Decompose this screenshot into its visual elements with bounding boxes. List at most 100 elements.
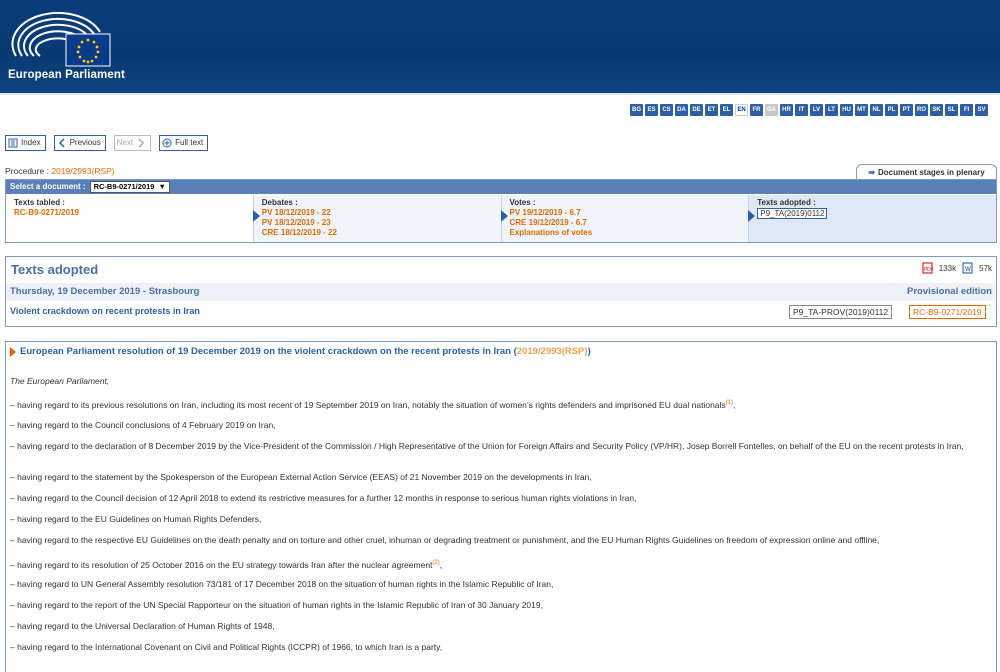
procedure-ref-link[interactable]: 2019/2993(RSP) <box>51 166 114 176</box>
language-de[interactable]: DE <box>690 104 703 116</box>
stage-column: Debates : PV 18/12/2019 - 22 PV 18/12/2019… <box>252 195 502 242</box>
language-sk[interactable]: SK <box>930 104 943 116</box>
download-links: PDF 133k W 57k <box>922 262 992 274</box>
language-nl[interactable]: NL <box>870 104 883 116</box>
document-stages-panel: Select a document : RC-B9-0271/2019 ▼ Te… <box>5 179 997 243</box>
citation-text: – having regard to the EU Guidelines on … <box>10 514 262 524</box>
citation-text: – having regard to the International Cov… <box>10 642 443 652</box>
select-document-dropdown[interactable]: RC-B9-0271/2019 ▼ <box>89 181 170 193</box>
stage-link[interactable]: RC-B9-0271/2019 <box>14 208 245 218</box>
language-lv[interactable]: LV <box>810 104 823 116</box>
citation-item: – having regard to the declaration of 8 … <box>10 441 992 452</box>
citation-text: – having regard to the Council conclusio… <box>10 420 276 430</box>
stage-link[interactable]: P9_TA(2019)0112 <box>757 208 828 219</box>
citation-item: – having regard to the International Cov… <box>10 642 992 653</box>
language-bar: BG ES CS DA DE ET EL EN FR GA HR IT LV LT HU MT NL PL PT RO… <box>630 104 988 117</box>
resolution-ref-link[interactable]: 2019/2993(RSP) <box>517 346 588 357</box>
citation-item: – having regard to the Council conclusio… <box>10 420 992 431</box>
stage-link[interactable]: CRE 19/12/2019 - 6.7 <box>510 218 741 228</box>
language-da[interactable]: DA <box>675 104 688 116</box>
language-fi[interactable]: FI <box>960 104 973 116</box>
topic-link[interactable]: Violent crackdown on recent protests in … <box>10 306 200 316</box>
next-button[interactable]: Next <box>113 135 152 151</box>
stage-title: Votes : <box>509 198 536 207</box>
stage-title: Debates : <box>261 198 298 207</box>
select-document-value: RC-B9-0271/2019 <box>93 182 155 191</box>
language-es[interactable]: ES <box>645 104 658 116</box>
footnote-link[interactable]: (1) <box>726 400 733 406</box>
word-size[interactable]: 57k <box>979 264 992 273</box>
language-sv[interactable]: SV <box>975 104 988 116</box>
document-stages-label: Document stages in plenary <box>878 168 985 177</box>
citation-item: – having regard to the respective EU Gui… <box>10 535 992 546</box>
svg-text:PDF: PDF <box>924 267 933 273</box>
citation-text: – having regard to the declaration of 8 … <box>10 441 964 451</box>
language-cs[interactable]: CS <box>660 104 673 116</box>
word-icon[interactable]: W <box>962 262 973 274</box>
ref-rc-link[interactable]: RC-B9-0271/2019 <box>909 305 986 319</box>
language-hr[interactable]: HR <box>780 104 793 116</box>
citation-item: – having regard to the report of the UN … <box>10 600 992 611</box>
dropdown-arrow-icon: ▼ <box>158 182 166 191</box>
texts-adopted-title: Texts adopted <box>11 262 99 277</box>
language-ro[interactable]: RO <box>915 104 928 116</box>
pdf-size[interactable]: 133k <box>939 264 956 273</box>
stage-link[interactable]: Explanations of votes <box>510 228 741 238</box>
language-el[interactable]: EL <box>720 104 733 116</box>
citation-text: – having regard to the respective EU Gui… <box>10 535 880 545</box>
citation-punctuation: , <box>439 559 443 570</box>
resolution-intro: The European Parliament, <box>10 376 110 386</box>
language-ga[interactable]: GA <box>765 104 778 116</box>
language-it[interactable]: IT <box>795 104 808 116</box>
header-divider <box>0 93 1000 95</box>
select-document-label: Select a document : <box>10 182 86 191</box>
stage-link[interactable]: PV 19/12/2019 - 6.7 <box>510 208 741 218</box>
resolution-panel: European Parliament resolution of 19 Dec… <box>5 341 997 672</box>
procedure-line: Procedure : 2019/2993(RSP) <box>5 166 115 176</box>
language-et[interactable]: ET <box>705 104 718 116</box>
document-navigation: Index Previous Next Full text <box>5 135 209 151</box>
index-icon <box>8 138 18 148</box>
site-header: European Parliament <box>0 0 1000 95</box>
language-mt[interactable]: MT <box>855 104 868 116</box>
plus-circle-icon <box>162 138 172 148</box>
language-fr[interactable]: FR <box>750 104 763 116</box>
triangle-right-icon <box>252 210 260 222</box>
stage-link[interactable]: PV 18/12/2019 - 23 <box>262 218 493 228</box>
language-hu[interactable]: HU <box>840 104 853 116</box>
full-text-button[interactable]: Full text <box>159 135 209 151</box>
citation-text: – having regard to its previous resoluti… <box>10 399 726 410</box>
citation-punctuation: , <box>733 399 736 410</box>
sitting-date: Thursday, 19 December 2019 - Strasbourg <box>10 286 200 297</box>
citation-text: – having regard to UN General Assembly r… <box>10 579 554 589</box>
citation-item: – having regard to UN General Assembly r… <box>10 579 992 590</box>
citation-item: – having regard to the EU Guidelines on … <box>10 514 992 525</box>
index-button[interactable]: Index <box>5 135 46 151</box>
citation-item: – having regard to its previous resoluti… <box>10 398 992 410</box>
triangle-right-icon <box>500 210 508 222</box>
footnote-link[interactable]: (2) <box>432 560 439 566</box>
citation-text: – having regard to the Universal Declara… <box>10 621 275 631</box>
stage-title: Texts tabled : <box>14 198 65 207</box>
language-en[interactable]: EN <box>735 104 748 116</box>
stage-link[interactable]: CRE 18/12/2019 - 22 <box>262 228 493 238</box>
language-pt[interactable]: PT <box>900 104 913 116</box>
stage-link[interactable]: PV 18/12/2019 - 22 <box>262 208 493 218</box>
language-sl[interactable]: SL <box>945 104 958 116</box>
stage-column: Texts tabled : RC-B9-0271/2019 <box>6 195 254 242</box>
language-bg[interactable]: BG <box>630 104 643 116</box>
chevron-right-icon <box>138 138 145 148</box>
pdf-icon[interactable]: PDF <box>922 262 933 274</box>
chevron-left-icon <box>58 138 65 148</box>
document-stages-tab[interactable]: ⇛ Document stages in plenary <box>856 164 997 180</box>
triangle-right-icon <box>10 346 16 357</box>
previous-button[interactable]: Previous <box>53 135 106 151</box>
citation-text: – having regard to the Council decision … <box>10 493 637 503</box>
index-label: Index <box>21 138 41 147</box>
svg-text:W: W <box>965 266 971 273</box>
european-parliament-logo-icon[interactable] <box>10 12 112 68</box>
language-pl[interactable]: PL <box>885 104 898 116</box>
stage-column: Votes : PV 19/12/2019 - 6.7 CRE 19/12/2019… <box>500 195 750 242</box>
citation-text: – having regard to the report of the UN … <box>10 600 543 610</box>
language-lt[interactable]: LT <box>825 104 838 116</box>
